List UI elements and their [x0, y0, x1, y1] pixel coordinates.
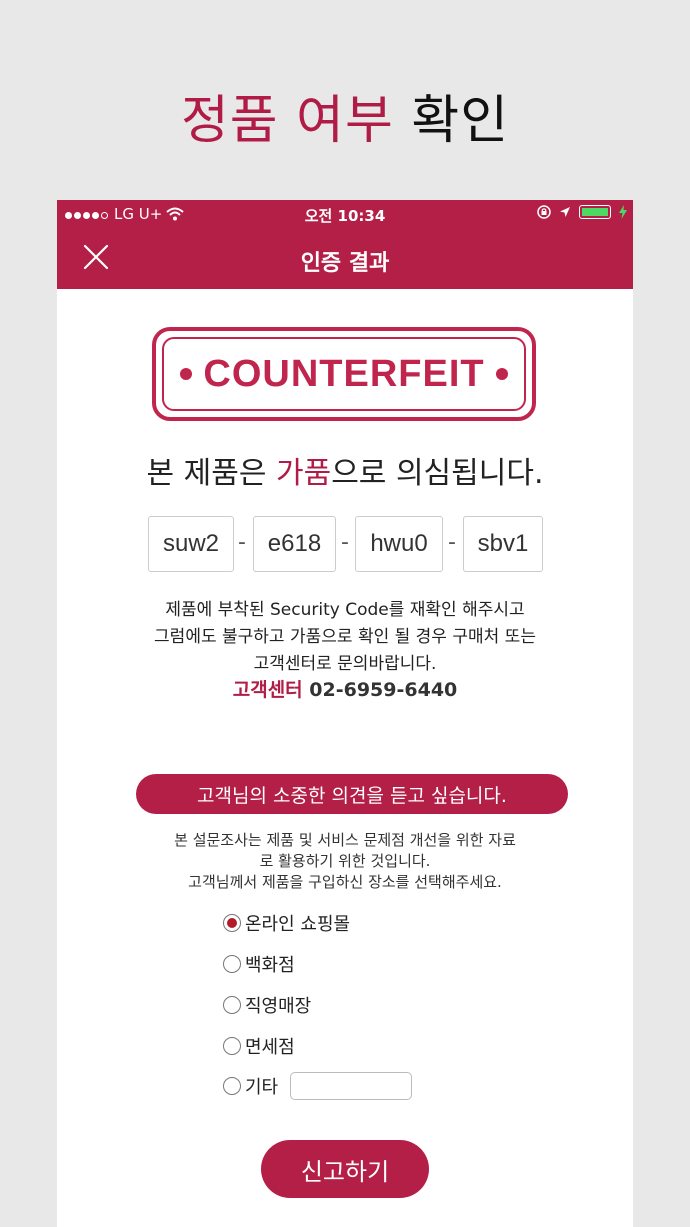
- customer-center-phone[interactable]: 02-6959-6440: [309, 679, 457, 701]
- option-duty-free[interactable]: 면세점: [223, 1033, 295, 1059]
- code-segment-1: suw2: [148, 516, 234, 572]
- customer-center: 고객센터 02-6959-6440: [57, 675, 633, 702]
- notice-line: 그럼에도 불구하고 가품으로 확인 될 경우 구매처 또는: [154, 627, 536, 647]
- option-label: 온라인 쇼핑몰: [245, 914, 351, 935]
- radio-button[interactable]: [223, 1077, 241, 1095]
- survey-title-banner: 고객님의 소중한 의견을 듣고 싶습니다.: [136, 774, 568, 814]
- code-segment-2: e618: [253, 516, 336, 572]
- notice-text: 제품에 부착된 Security Code를 재확인 해주시고 그럼에도 불구하…: [57, 597, 633, 678]
- report-button[interactable]: 신고하기: [261, 1140, 429, 1198]
- option-label: 기타: [245, 1077, 279, 1098]
- radio-button[interactable]: [223, 1037, 241, 1055]
- survey-desc-line: 본 설문조사는 제품 및 서비스 문제점 개선을 위한 자료: [174, 831, 516, 849]
- option-direct-store[interactable]: 직영매장: [223, 992, 311, 1018]
- option-label: 직영매장: [245, 996, 312, 1017]
- page-headline: 정품 여부 확인: [0, 78, 690, 153]
- notice-line: 고객센터로 문의바랍니다.: [253, 654, 437, 674]
- option-online-mall[interactable]: 온라인 쇼핑몰: [223, 910, 350, 936]
- option-other[interactable]: 기타: [223, 1072, 413, 1100]
- code-separator: -: [238, 530, 246, 555]
- other-place-input[interactable]: [290, 1072, 413, 1100]
- code-separator: -: [448, 530, 456, 555]
- headline-accent: 정품 여부: [180, 91, 394, 151]
- code-segment-4: sbv1: [463, 516, 543, 572]
- verdict-highlight: 가품: [276, 456, 332, 491]
- option-department-store[interactable]: 백화점: [223, 951, 295, 977]
- survey-description: 본 설문조사는 제품 및 서비스 문제점 개선을 위한 자료 로 활용하기 위한…: [57, 830, 633, 893]
- location-arrow-icon: [560, 207, 570, 217]
- option-label: 면세점: [245, 1037, 295, 1058]
- headline-plain: 확인: [411, 91, 510, 151]
- stamp-bullet-right: [496, 368, 508, 380]
- radio-button-checked[interactable]: [223, 914, 241, 932]
- option-label: 백화점: [245, 955, 295, 976]
- charging-icon: [619, 205, 627, 219]
- radio-button[interactable]: [223, 955, 241, 973]
- rotation-lock-icon: [537, 205, 551, 219]
- survey-desc-line: 고객님께서 제품을 구입하신 장소를 선택해주세요.: [188, 873, 502, 891]
- notice-line: 제품에 부착된 Security Code를 재확인 해주시고: [165, 600, 525, 620]
- verdict-prefix: 본 제품은: [146, 456, 276, 491]
- nav-title: 인증 결과: [300, 251, 390, 276]
- status-bar: LG U+ 오전 10:34: [57, 200, 633, 228]
- stamp-text: COUNTERFEIT: [203, 352, 485, 395]
- radio-button[interactable]: [223, 996, 241, 1014]
- status-icons: [537, 205, 627, 219]
- stamp-bullet-left: [180, 368, 192, 380]
- security-code-row: suw2 - e618 - hwu0 - sbv1: [57, 516, 633, 572]
- phone-screen: LG U+ 오전 10:34 인증 결과 COUNTERFEIT 본 제품은 가…: [57, 200, 633, 1227]
- battery-icon: [579, 205, 611, 219]
- customer-center-label: 고객센터: [232, 679, 303, 701]
- survey-desc-line: 로 활용하기 위한 것입니다.: [259, 852, 431, 870]
- code-segment-3: hwu0: [355, 516, 443, 572]
- counterfeit-stamp: COUNTERFEIT: [152, 327, 536, 421]
- verdict-suffix: 으로 의심됩니다.: [331, 456, 544, 491]
- verdict-message: 본 제품은 가품으로 의심됩니다.: [57, 448, 633, 492]
- code-separator: -: [341, 530, 349, 555]
- nav-bar: 인증 결과: [57, 228, 633, 289]
